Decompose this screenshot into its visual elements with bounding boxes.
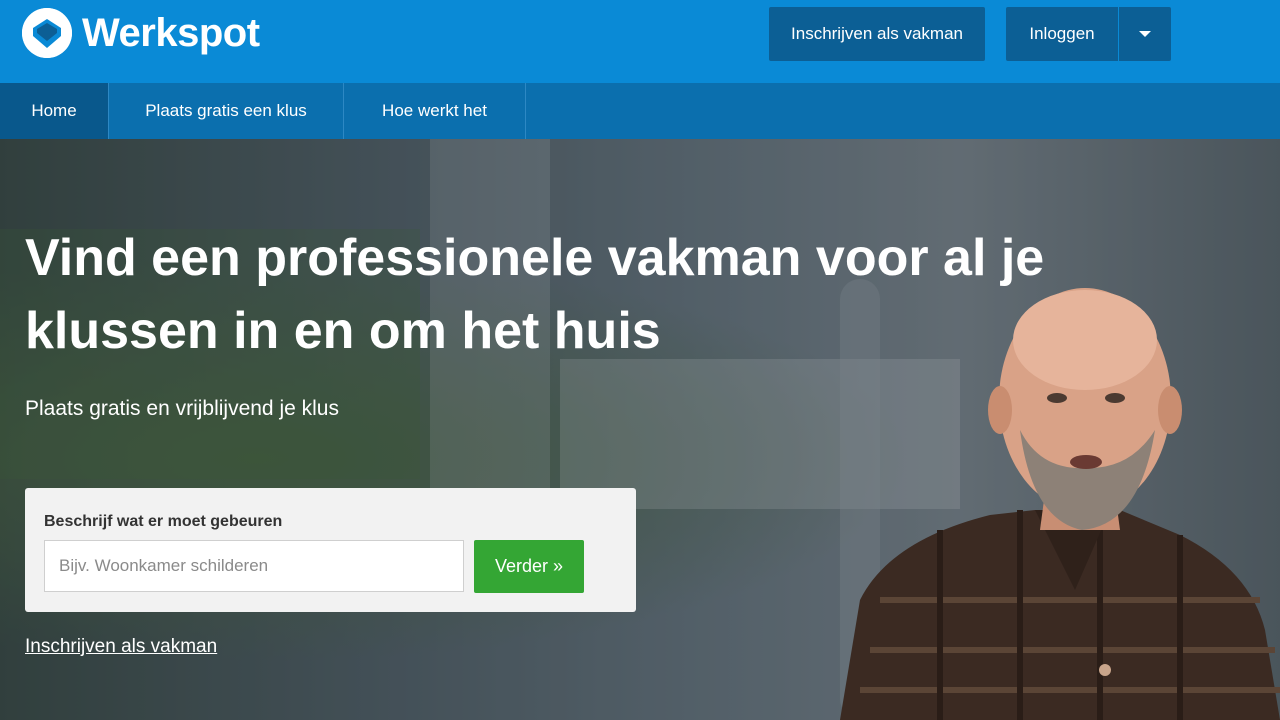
logo-text: Werkspot	[82, 10, 260, 55]
hero-subheading: Plaats gratis en vrijblijvend je klus	[25, 397, 339, 420]
job-description-label: Beschrijf wat er moet gebeuren	[44, 513, 283, 530]
job-search-card: Beschrijf wat er moet gebeuren Verder »	[25, 488, 636, 612]
login-dropdown-button[interactable]	[1119, 7, 1171, 61]
main-navigation: Home Plaats gratis een klus Hoe werkt he…	[0, 83, 1280, 139]
header: Werkspot Inschrijven als vakman Inloggen	[0, 0, 1280, 83]
nav-item-home[interactable]: Home	[0, 83, 109, 139]
signup-as-professional-link[interactable]: Inschrijven als vakman	[25, 636, 217, 658]
login-button[interactable]: Inloggen	[1006, 7, 1118, 61]
nav-item-post-job[interactable]: Plaats gratis een klus	[109, 83, 344, 139]
continue-button[interactable]: Verder »	[474, 540, 584, 593]
nav-item-how-it-works[interactable]: Hoe werkt het	[344, 83, 526, 139]
chevron-down-icon	[1139, 31, 1151, 37]
werkspot-logo[interactable]: Werkspot	[22, 8, 260, 58]
werkspot-logo-icon	[22, 8, 72, 58]
job-description-input[interactable]	[44, 540, 464, 592]
signup-as-professional-button[interactable]: Inschrijven als vakman	[769, 7, 985, 61]
presenter-person-image	[840, 288, 1280, 720]
